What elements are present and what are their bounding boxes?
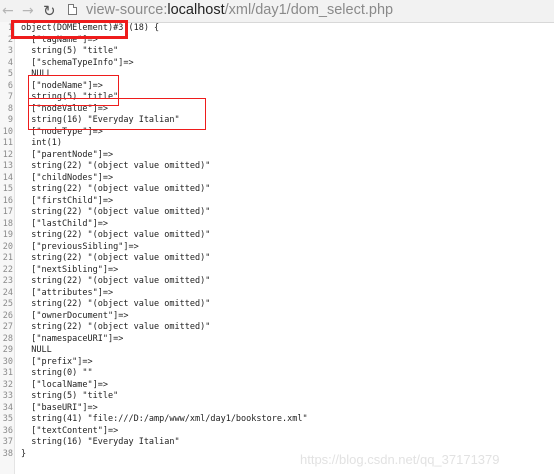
line-number: 18 — [2, 218, 13, 229]
line-number: 19 — [2, 230, 13, 240]
code-line: ["prefix"]=> — [21, 356, 93, 367]
back-button[interactable]: ← — [2, 3, 14, 19]
code-line: ["schemaTypeInfo"]=> — [21, 57, 134, 68]
forward-button[interactable]: → — [22, 3, 34, 19]
url-prefix: view-source: — [86, 2, 168, 18]
line-number: 12 — [2, 149, 13, 160]
code-line: ["parentNode"]=> — [21, 149, 114, 160]
line-number: 30 — [2, 356, 13, 367]
code-line: string(5) "title" — [21, 46, 119, 56]
line-number: 4 — [7, 57, 13, 68]
line-number: 36 — [2, 425, 13, 436]
line-number: 6 — [7, 80, 13, 91]
code-line: ["baseURI"]=> — [21, 402, 98, 413]
line-number: 7 — [7, 92, 13, 102]
line-number: 21 — [2, 253, 13, 263]
line-number: 31 — [2, 368, 13, 378]
line-number: 5 — [7, 69, 13, 79]
code-line: string(22) "(object value omitted)" — [21, 276, 211, 286]
line-number: 14 — [2, 172, 13, 183]
line-number: 35 — [2, 414, 13, 424]
line-numbers: 1 2 3 4 5 6 7 8 9 10 11 12 13 14 15 16 17 18 19 20 21 22 23 24 2… — [0, 23, 14, 460]
code-line: string(22) "(object value omitted)" — [21, 184, 211, 194]
watermark: https://blog.csdn.net/qq_37171379 — [300, 452, 500, 467]
code-line: string(22) "(object value omitted)" — [21, 322, 211, 332]
line-number: 10 — [2, 126, 13, 137]
code-line: ["lastChild"]=> — [21, 218, 108, 229]
code-line: string(16) "Everyday Italian" — [21, 437, 180, 447]
code-line: string(41) "file:///D:/amp/www/xml/day1/… — [21, 414, 308, 424]
page-icon — [68, 4, 77, 15]
line-number: 11 — [2, 138, 13, 148]
line-number: 27 — [2, 322, 13, 332]
line-number: 28 — [2, 333, 13, 344]
code-line: ["localName"]=> — [21, 379, 108, 390]
line-number: 16 — [2, 195, 13, 206]
code-line: string(22) "(object value omitted)" — [21, 230, 211, 240]
code-line: string(0) "" — [21, 368, 93, 378]
code-line: ["childNodes"]=> — [21, 172, 114, 183]
code-line: ["attributes"]=> — [21, 287, 114, 298]
code-line: NULL — [21, 345, 52, 355]
line-number: 9 — [7, 115, 13, 125]
code-line: ["firstChild"]=> — [21, 195, 114, 206]
line-number: 3 — [7, 46, 13, 56]
line-number: 22 — [2, 264, 13, 275]
line-number: 8 — [7, 103, 13, 114]
annotation-box-object-header — [11, 20, 128, 39]
reload-button[interactable]: ↻ — [43, 3, 56, 19]
code-line: ["ownerDocument"]=> — [21, 310, 129, 321]
code-line: string(22) "(object value omitted)" — [21, 161, 211, 171]
code-line: string(22) "(object value omitted)" — [21, 299, 211, 309]
code-line: string(5) "title" — [21, 391, 119, 401]
code-line: string(22) "(object value omitted)" — [21, 207, 211, 217]
code-line: string(22) "(object value omitted)" — [21, 253, 211, 263]
line-number: 25 — [2, 299, 13, 309]
code-line: ["nextSibling"]=> — [21, 264, 119, 275]
code-line: int(1) — [21, 138, 62, 148]
address-bar[interactable]: view-source:localhost/xml/day1/dom_selec… — [86, 1, 393, 19]
url-host: localhost — [167, 2, 225, 18]
line-number: 29 — [2, 345, 13, 355]
line-number: 34 — [2, 402, 13, 413]
line-number: 17 — [2, 207, 13, 217]
line-number: 15 — [2, 184, 13, 194]
code-line: ["textContent"]=> — [21, 425, 119, 436]
code-line: ["previousSibling"]=> — [21, 241, 139, 252]
line-number: 13 — [2, 161, 13, 171]
line-number: 26 — [2, 310, 13, 321]
code-line: ["namespaceURI"]=> — [21, 333, 124, 344]
line-number: 33 — [2, 391, 13, 401]
line-number: 38 — [2, 448, 13, 459]
line-number: 23 — [2, 276, 13, 286]
line-number: 24 — [2, 287, 13, 298]
line-number: 32 — [2, 379, 13, 390]
annotation-box-nodevalue — [28, 98, 206, 130]
line-number: 37 — [2, 437, 13, 447]
line-number: 20 — [2, 241, 13, 252]
url-path: /xml/day1/dom_select.php — [224, 2, 394, 18]
